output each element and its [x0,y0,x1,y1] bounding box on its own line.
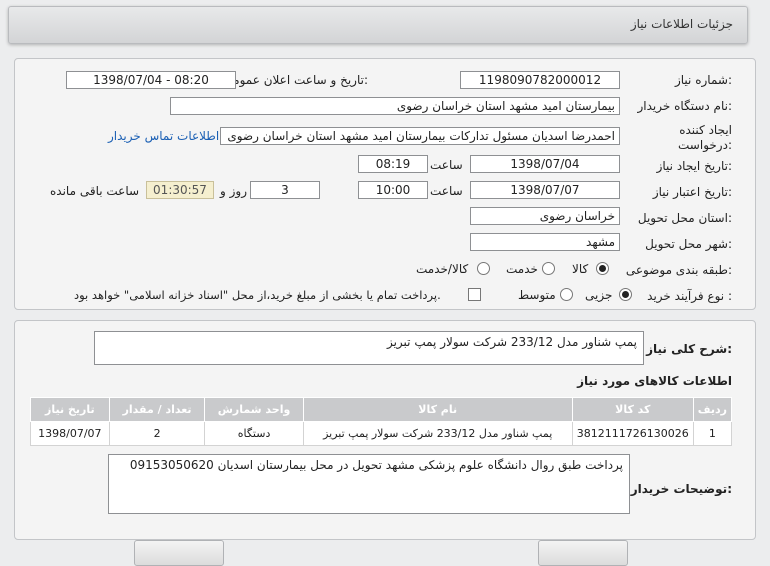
announce-field: 1398/07/04 - 08:20 [66,71,236,89]
process-medium-radio[interactable] [560,288,573,301]
window-title: جزئیات اطلاعات نیاز [630,17,733,31]
buyer-contact-link[interactable]: اطلاعات تماس خریدار [108,129,219,143]
treasury-payment-checkbox[interactable] [468,288,481,301]
window-titlebar: جزئیات اطلاعات نیاز [8,6,748,44]
buyer-notes-field: پرداخت طبق روال دانشگاه علوم پزشکی مشهد … [108,454,630,514]
valid-date-field: 1398/07/07 [470,181,620,199]
header-unit: واحد شمارش [204,397,304,422]
remaining-time-field: 01:30:57 [146,181,214,199]
category-goods-service-radio[interactable] [477,262,490,275]
category-goods-radio[interactable] [596,262,609,275]
created-date-field: 1398/07/04 [470,155,620,173]
process-minor-label: جزیی [585,288,613,302]
creator-field: احمدرضا اسدیان مسئول تدارکات بیمارستان ا… [220,127,620,145]
cell-goods-code: 3812111726130026 [571,421,694,446]
action-button-right[interactable] [538,540,628,566]
treasury-payment-note: پرداخت تمام یا بخشی از مبلغ خرید،از محل … [74,288,441,302]
category-goods-service-label: کالا/خدمت [416,262,469,276]
cell-quantity: 2 [108,421,206,446]
header-quantity: تعداد / مقدار [108,397,206,422]
city-label: شهر محل تحویل: [645,237,732,251]
need-number-field: 1198090782000012 [460,71,620,89]
days-label: روز و [220,184,247,198]
buyer-label: نام دستگاه خریدار: [637,99,733,113]
category-service-radio[interactable] [542,262,555,275]
announce-label: تاریخ و ساعت اعلان عمومی: [223,73,368,87]
process-medium-label: متوسط [518,288,556,302]
need-number-label: شماره نیاز: [674,73,732,87]
header-row-number: ردیف [692,397,733,422]
buyer-notes-label: توضیحات خریدار: [630,482,732,496]
creator-label-1: ایجاد کننده [679,123,732,137]
valid-date-label: تاریخ اعتبار نیاز: [652,185,732,199]
city-field: مشهد [470,233,620,251]
action-button-left[interactable] [134,540,224,566]
province-field: خراسان رضوی [470,207,620,225]
valid-time-label: ساعت [430,184,463,198]
created-date-label: تاریخ ایجاد نیاز: [656,159,732,173]
category-service-label: خدمت [506,262,538,276]
goods-table: ردیف کد کالا نام کالا واحد شمارش تعداد /… [30,397,733,446]
description-label: شرح کلی نیاز: [646,342,732,356]
created-time-field: 08:19 [358,155,428,173]
cell-row-number: 1 [692,421,733,446]
remaining-label: ساعت باقی مانده [50,184,140,198]
process-minor-radio[interactable] [619,288,632,301]
category-goods-label: کالا [572,262,589,276]
days-field: 3 [250,181,320,199]
process-label: نوع فرآیند خرید : [647,289,732,303]
goods-section-title: اطلاعات کالاهای مورد نیاز [577,374,732,388]
province-label: استان محل تحویل: [637,211,732,225]
creator-label-2: درخواست: [678,138,732,152]
cell-unit: دستگاه [204,421,304,446]
header-goods-code: کد کالا [571,397,694,422]
buyer-field: بیمارستان امید مشهد استان خراسان رضوی [170,97,620,115]
goods-table-header: ردیف کد کالا نام کالا واحد شمارش تعداد /… [30,397,733,422]
header-need-date: تاریخ نیاز [30,397,110,422]
table-row: 1 3812111726130026 پمپ شناور مدل 233/12 … [30,421,733,446]
created-time-label: ساعت [430,158,463,172]
description-field: پمپ شناور مدل 233/12 شرکت سولار پمپ تبری… [94,331,644,365]
category-label: طبقه بندی موضوعی: [625,263,732,277]
cell-goods-name: پمپ شناور مدل 233/12 شرکت سولار پمپ تبری… [302,421,573,446]
header-goods-name: نام کالا [302,397,573,422]
cell-need-date: 1398/07/07 [30,421,110,446]
valid-time-field: 10:00 [358,181,428,199]
